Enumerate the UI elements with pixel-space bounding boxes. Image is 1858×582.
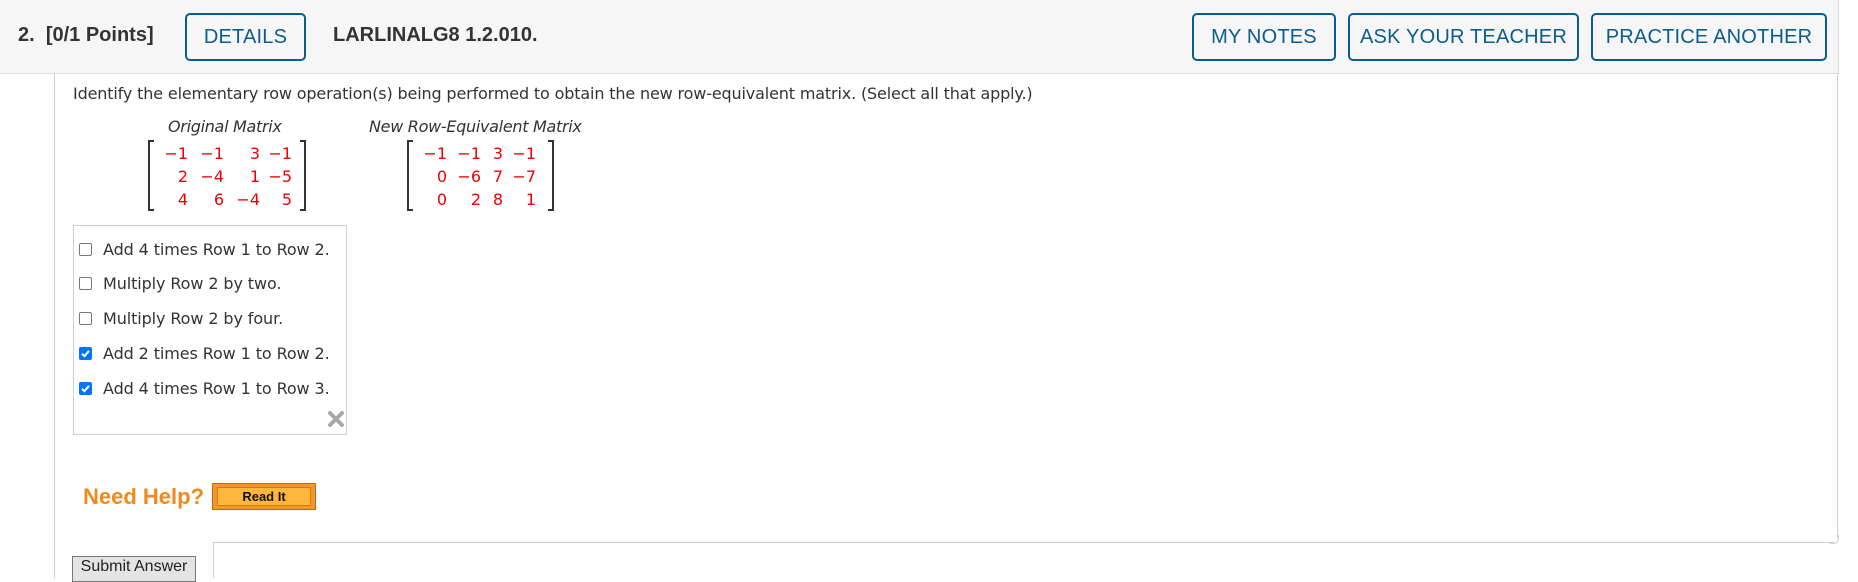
matrix-entry: 2: [470, 190, 481, 209]
checkbox[interactable]: [79, 242, 92, 256]
matrix-entry: −4: [200, 167, 224, 186]
practice-another-button[interactable]: PRACTICE ANOTHER: [1591, 13, 1827, 61]
matrix-entry: −1: [423, 144, 447, 163]
checkbox[interactable]: [79, 276, 92, 290]
matrix-entry: 0: [436, 167, 447, 186]
matrix-entry: −7: [512, 167, 536, 186]
option-label: Add 2 times Row 1 to Row 2.: [103, 343, 330, 363]
new-matrix-grid: −1 −1 3 −1 0 −6 7 −7 0 2 8 1: [421, 142, 536, 211]
matrix-entry: −6: [457, 167, 481, 186]
points-score: [0/1 Points]: [45, 24, 154, 46]
question-points: 2. [0/1 Points]: [18, 24, 154, 47]
original-matrix-label: Original Matrix: [168, 117, 282, 136]
submit-answer-button[interactable]: Submit Answer: [72, 556, 196, 582]
details-button[interactable]: DETAILS: [185, 13, 306, 61]
option-label: Add 4 times Row 1 to Row 3.: [103, 378, 330, 398]
matrix-entry: 8: [492, 190, 503, 209]
matrix-entry: −1: [268, 144, 292, 163]
content-border-bottom: [213, 542, 1834, 543]
matrix-entry: 6: [213, 190, 224, 209]
original-matrix: −1 −1 3 −1 2 −4 1 −5 4 6 −4 5: [148, 140, 306, 211]
matrix-entry: −1: [164, 144, 188, 163]
checkmark-icon: [81, 349, 90, 358]
option-item[interactable]: Multiply Row 2 by four.: [79, 307, 283, 329]
matrix-entry: −5: [268, 167, 292, 186]
checkbox-checked[interactable]: [79, 381, 92, 395]
checkmark-icon: [81, 384, 90, 393]
read-it-label: Read It: [217, 487, 311, 506]
clear-selection-icon[interactable]: [327, 410, 345, 428]
option-label: Add 4 times Row 1 to Row 2.: [103, 239, 330, 259]
original-matrix-grid: −1 −1 3 −1 2 −4 1 −5 4 6 −4 5: [162, 142, 292, 211]
answer-options-box: Add 4 times Row 1 to Row 2. Multiply Row…: [73, 225, 347, 435]
matrix-entry: −1: [512, 144, 536, 163]
question-header: 2. [0/1 Points] DETAILS LARLINALG8 1.2.0…: [0, 0, 1839, 74]
need-help-label: Need Help?: [83, 484, 205, 509]
option-item[interactable]: Multiply Row 2 by two.: [79, 272, 281, 294]
question-prompt: Identify the elementary row operation(s)…: [73, 84, 1033, 103]
matrix-entry: −4: [236, 190, 260, 209]
right-bracket: [548, 140, 554, 211]
question-code: LARLINALG8 1.2.010.: [333, 24, 538, 46]
option-label: Multiply Row 2 by two.: [103, 273, 282, 293]
new-matrix-label: New Row-Equivalent Matrix: [369, 117, 582, 136]
option-item[interactable]: Add 4 times Row 1 to Row 2.: [79, 238, 330, 260]
matrix-entry: 1: [525, 190, 536, 209]
read-it-button[interactable]: Read It: [212, 483, 316, 510]
ask-your-teacher-button[interactable]: ASK YOUR TEACHER: [1348, 13, 1579, 61]
matrix-entry: 3: [249, 144, 260, 163]
matrix-entry: −1: [200, 144, 224, 163]
matrix-entry: 1: [249, 167, 260, 186]
new-matrix: −1 −1 3 −1 0 −6 7 −7 0 2 8 1: [407, 140, 554, 211]
matrix-entry: 0: [436, 190, 447, 209]
next-box-border: [213, 542, 214, 578]
matrix-entry: 2: [177, 167, 188, 186]
matrix-entry: 7: [492, 167, 503, 186]
matrix-entry: 5: [281, 190, 292, 209]
matrix-entry: −1: [457, 144, 481, 163]
left-bracket: [148, 140, 154, 211]
option-label: Multiply Row 2 by four.: [103, 308, 284, 328]
matrix-entry: 3: [492, 144, 503, 163]
matrix-entry: 4: [177, 190, 188, 209]
my-notes-button[interactable]: MY NOTES: [1192, 13, 1336, 61]
left-bracket: [407, 140, 413, 211]
content-border-right: [1837, 74, 1838, 538]
content-border-left: [54, 74, 55, 578]
option-item[interactable]: Add 4 times Row 1 to Row 3.: [79, 377, 330, 399]
checkbox[interactable]: [79, 311, 92, 325]
question-number: 2.: [18, 24, 35, 46]
checkbox-checked[interactable]: [79, 346, 92, 360]
option-item[interactable]: Add 2 times Row 1 to Row 2.: [79, 342, 330, 364]
right-bracket: [300, 140, 306, 211]
